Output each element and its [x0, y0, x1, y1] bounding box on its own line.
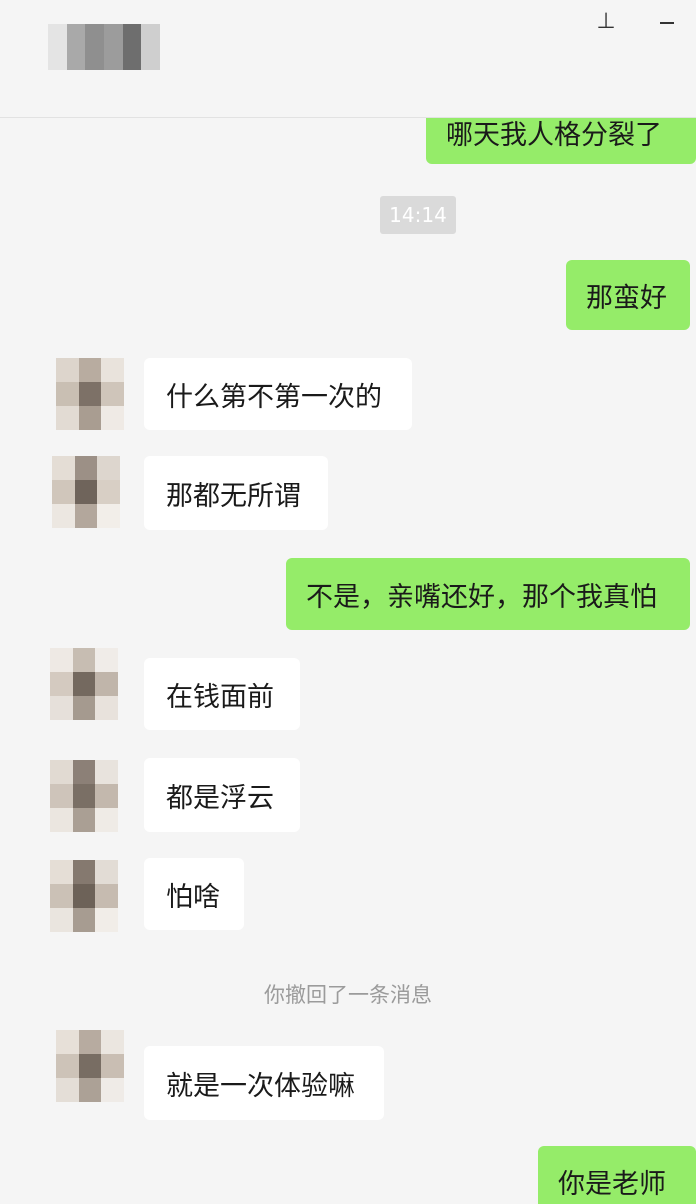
message-bubble-incoming[interactable]: 怕啥 — [144, 858, 244, 930]
timestamp: 14:14 — [380, 196, 456, 234]
message-bubble-incoming[interactable]: 那都无所谓 — [144, 456, 328, 530]
message-text: 在钱面前 — [166, 681, 274, 713]
pin-icon[interactable]: ⊥ — [592, 8, 620, 36]
message-bubble-outgoing[interactable]: 你是老师 — [538, 1146, 696, 1204]
minimize-button[interactable] — [648, 8, 678, 36]
contact-avatar[interactable] — [50, 760, 118, 832]
chat-header: ⊥ — [0, 0, 696, 118]
message-text: 那都无所谓 — [166, 480, 301, 512]
message-text: 哪天我人格分裂了 — [446, 119, 662, 151]
message-bubble-incoming[interactable]: 就是一次体验嘛 — [144, 1046, 384, 1120]
message-bubble-outgoing[interactable]: 不是，亲嘴还好，那个我真怕 — [286, 558, 690, 630]
contact-avatar[interactable] — [50, 648, 118, 720]
message-text: 都是浮云 — [166, 782, 274, 814]
message-bubble-incoming[interactable]: 什么第不第一次的 — [144, 358, 412, 430]
message-text: 什么第不第一次的 — [166, 381, 382, 413]
contact-avatar[interactable] — [56, 358, 124, 430]
contact-avatar[interactable] — [56, 1030, 124, 1102]
message-text: 就是一次体验嘛 — [166, 1070, 355, 1102]
contact-avatar[interactable] — [52, 456, 120, 528]
message-bubble-incoming[interactable]: 都是浮云 — [144, 758, 300, 832]
recalled-notice: 你撤回了一条消息 — [264, 983, 432, 1007]
message-text: 不是，亲嘴还好，那个我真怕 — [306, 581, 657, 613]
message-text: 你是老师 — [558, 1169, 666, 1200]
message-text: 那蛮好 — [586, 282, 667, 314]
message-bubble-outgoing[interactable]: 那蛮好 — [566, 260, 690, 330]
contact-avatar[interactable] — [50, 860, 118, 932]
message-bubble-incoming[interactable]: 在钱面前 — [144, 658, 300, 730]
message-text: 怕啥 — [166, 881, 220, 913]
contact-name-blurred — [48, 24, 161, 70]
